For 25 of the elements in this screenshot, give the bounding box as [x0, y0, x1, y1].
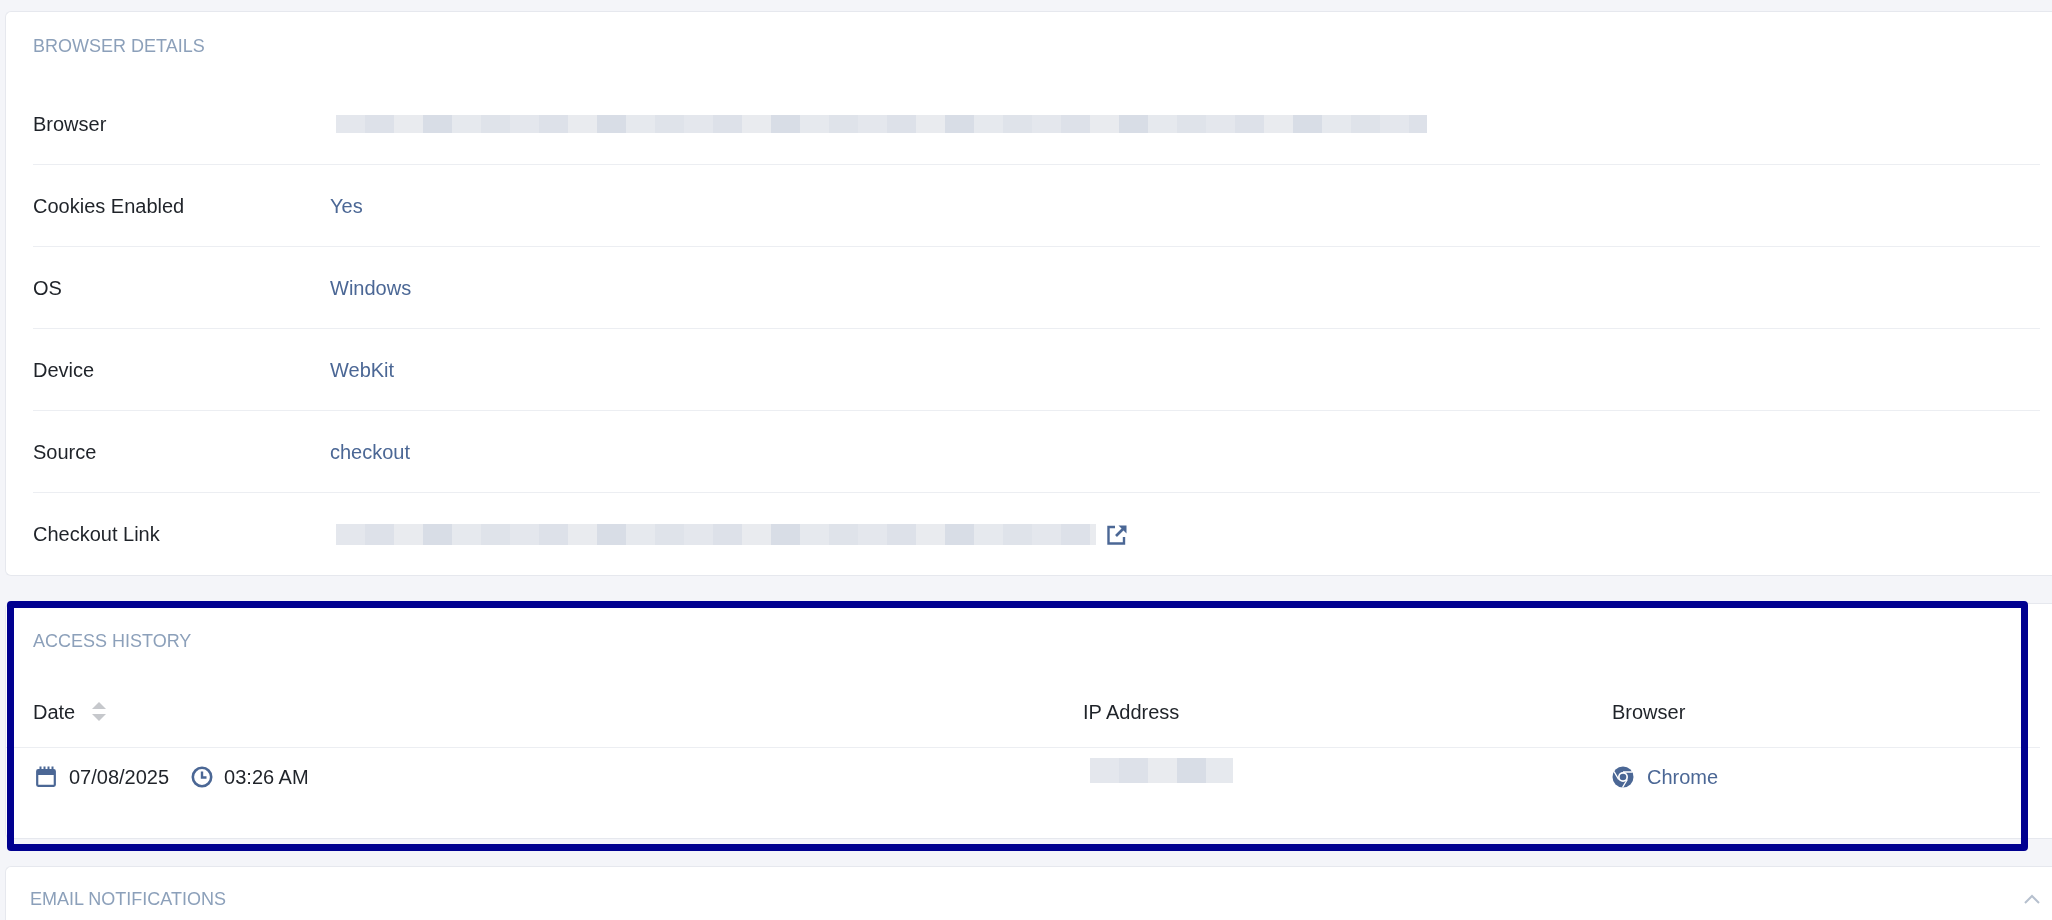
- calendar-icon: [36, 766, 56, 787]
- field-label: OS: [33, 275, 63, 301]
- section-title: BROWSER DETAILS: [33, 35, 205, 57]
- date-text: 07/08/2025: [69, 764, 170, 789]
- field-label: Cookies Enabled: [33, 193, 186, 219]
- field-value: Yes: [330, 193, 363, 219]
- section-title: EMAIL NOTIFICATIONS: [30, 888, 226, 910]
- section-title: ACCESS HISTORY: [33, 630, 192, 652]
- field-value: Windows: [330, 275, 412, 301]
- field-label: Browser: [33, 111, 108, 137]
- column-header: IP Address: [1083, 699, 1180, 724]
- field-label: Source: [33, 439, 98, 465]
- clock-icon: [191, 765, 214, 788]
- browser-name: Chrome: [1647, 764, 1719, 789]
- field-label: Checkout Link: [33, 522, 161, 547]
- external-link-icon[interactable]: [1106, 523, 1128, 545]
- chevron-icon[interactable]: [2024, 894, 2040, 904]
- browser-logo-icon: [1612, 765, 1634, 788]
- sort-icon[interactable]: [92, 702, 107, 721]
- column-header: Date: [33, 699, 76, 724]
- field-value: checkout: [330, 439, 411, 465]
- time-text: 03:26 AM: [224, 764, 309, 789]
- field-value: WebKit: [330, 357, 395, 383]
- field-label: Device: [33, 357, 96, 383]
- column-header: Browser: [1612, 699, 1686, 724]
